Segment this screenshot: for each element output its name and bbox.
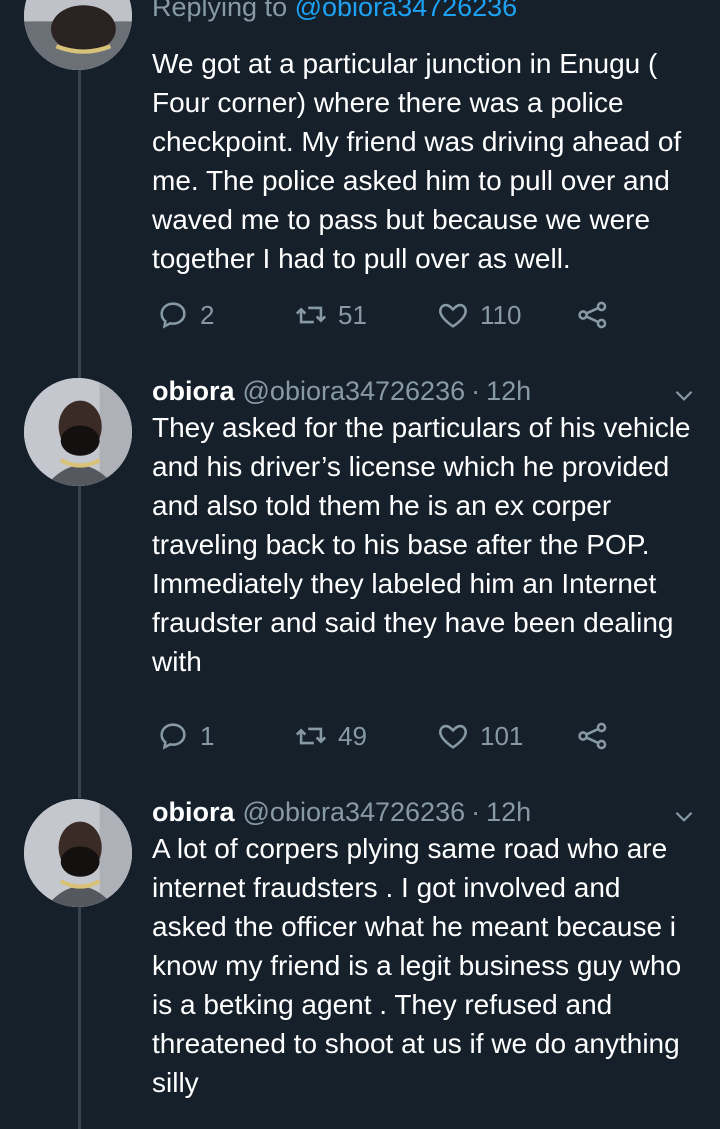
share-icon bbox=[578, 301, 607, 329]
retweet-count: 51 bbox=[338, 299, 367, 330]
reply-icon bbox=[160, 302, 186, 329]
reply-count: 1 bbox=[200, 720, 215, 751]
retweet-button[interactable]: 49 bbox=[294, 719, 367, 753]
heart-icon bbox=[439, 303, 467, 328]
avatar[interactable] bbox=[24, 378, 132, 486]
author-handle[interactable]: @obiora34726236 bbox=[243, 374, 466, 408]
share-button[interactable] bbox=[576, 298, 610, 332]
separator-dot: · bbox=[471, 376, 481, 406]
like-button[interactable]: 110 bbox=[436, 298, 521, 332]
tweet[interactable]: We got at a particular junction in Enugu… bbox=[152, 44, 697, 278]
reply-icon bbox=[160, 723, 186, 750]
separator-dot: · bbox=[471, 797, 481, 827]
author-name[interactable]: obiora bbox=[152, 795, 235, 829]
retweet-count: 49 bbox=[338, 720, 367, 751]
tweet-text: A lot of corpers plying same road who ar… bbox=[152, 833, 682, 1098]
reply-button[interactable]: 2 bbox=[156, 298, 214, 332]
retweet-icon bbox=[295, 306, 327, 324]
reply-count: 2 bbox=[200, 299, 215, 330]
retweet-button[interactable]: 51 bbox=[294, 298, 367, 332]
timestamp[interactable]: 12h bbox=[486, 374, 531, 408]
tweet[interactable]: obiora @obiora34726236 · 12h They asked … bbox=[152, 374, 697, 681]
tweet[interactable]: obiora @obiora34726236 · 12h A lot of co… bbox=[152, 795, 697, 1102]
tweet-header: obiora @obiora34726236 · 12h bbox=[152, 795, 697, 829]
thread-line bbox=[78, 907, 81, 1129]
author-handle[interactable]: @obiora34726236 bbox=[243, 795, 466, 829]
chevron-down-icon[interactable] bbox=[671, 382, 697, 408]
tweet-text: They asked for the particulars of his ve… bbox=[152, 412, 691, 677]
avatar[interactable] bbox=[24, 0, 132, 70]
author-name[interactable]: obiora bbox=[152, 374, 235, 408]
like-count: 101 bbox=[480, 720, 524, 751]
retweet-icon bbox=[295, 727, 327, 745]
avatar[interactable] bbox=[24, 799, 132, 907]
like-count: 110 bbox=[480, 299, 522, 330]
share-button[interactable] bbox=[576, 719, 610, 753]
replying-to: Replying to @obiora34726236 bbox=[152, 0, 517, 24]
like-button[interactable]: 101 bbox=[436, 719, 523, 753]
tweet-text: We got at a particular junction in Enugu… bbox=[152, 48, 682, 274]
timestamp[interactable]: 12h bbox=[486, 795, 531, 829]
tweet-header: obiora @obiora34726236 · 12h bbox=[152, 374, 697, 408]
thread-line bbox=[78, 70, 81, 378]
replying-to-handle[interactable]: @obiora34726236 bbox=[295, 0, 518, 22]
heart-icon bbox=[439, 724, 467, 749]
share-icon bbox=[578, 722, 607, 750]
thread-line bbox=[78, 486, 81, 798]
reply-button[interactable]: 1 bbox=[156, 719, 214, 753]
chevron-down-icon[interactable] bbox=[671, 803, 697, 829]
